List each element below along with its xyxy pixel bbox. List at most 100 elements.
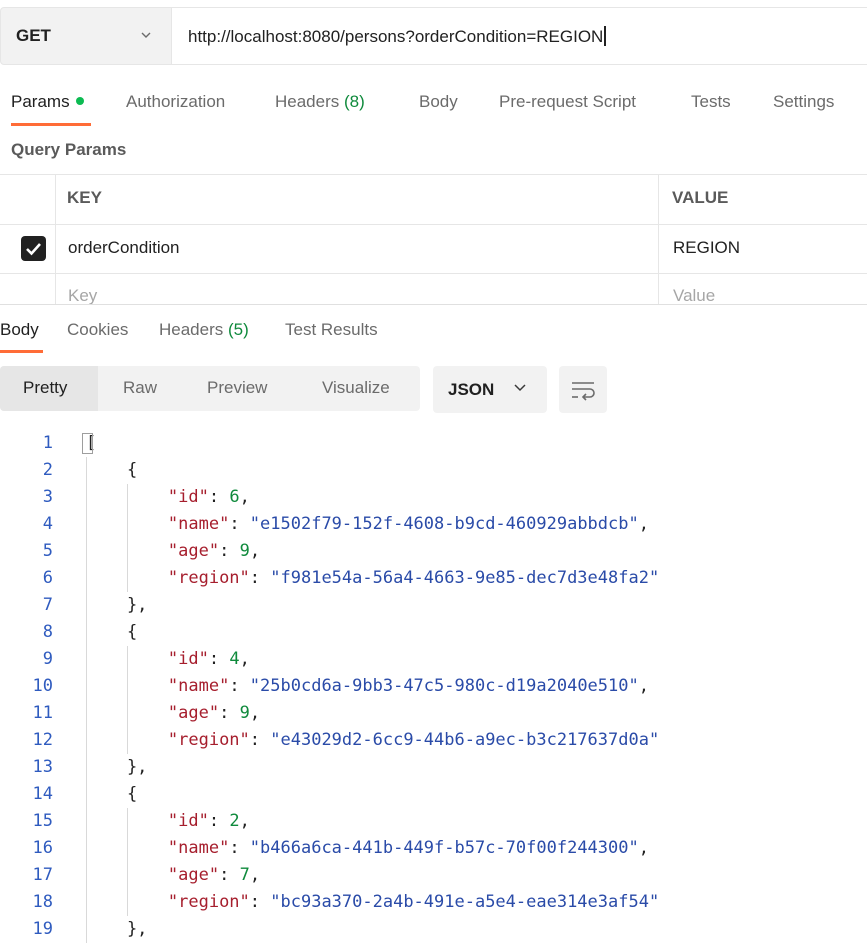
column-header-value: VALUE: [672, 188, 729, 207]
tab-params-label: Params: [11, 92, 70, 111]
check-icon: [26, 243, 41, 256]
code-text: "age": 7,: [167, 865, 261, 885]
tab-body-label: Body: [419, 92, 458, 111]
tab-authorization[interactable]: Authorization: [126, 92, 225, 112]
code-text: "region": "bc93a370-2a4b-491e-a5e4-eae31…: [167, 892, 660, 912]
line-number: 1: [42, 433, 53, 453]
chevron-down-icon: [141, 32, 151, 38]
line-number: 11: [32, 703, 53, 723]
line-number: 4: [42, 514, 53, 534]
format-label: JSON: [448, 380, 495, 399]
code-text: },: [86, 757, 148, 777]
response-headers-count: (5): [228, 320, 249, 339]
code-text: {: [86, 460, 138, 480]
code-line: 9 "id": 4,: [0, 646, 867, 673]
line-number: 19: [32, 919, 53, 939]
line-number: 5: [42, 541, 53, 561]
code-line: 18 "region": "bc93a370-2a4b-491e-a5e4-ea…: [0, 889, 867, 916]
code-line: 5 "age": 9,: [0, 538, 867, 565]
code-line: 19 },: [0, 916, 867, 943]
code-text: "id": 4,: [167, 649, 250, 669]
tab-settings[interactable]: Settings: [773, 92, 834, 112]
table-border: [658, 174, 659, 304]
code-line: 4 "name": "e1502f79-152f-4608-b9cd-46092…: [0, 511, 867, 538]
url-input[interactable]: http://localhost:8080/persons?orderCondi…: [172, 7, 867, 65]
line-number: 14: [32, 784, 53, 804]
tab-headers-label: Headers: [275, 92, 340, 111]
param-checkbox[interactable]: [21, 236, 46, 261]
indent-guide: [127, 484, 128, 592]
param-value-cell[interactable]: REGION: [673, 238, 740, 258]
code-line: 10 "name": "25b0cd6a-9bb3-47c5-980c-d19a…: [0, 673, 867, 700]
text-cursor: [604, 26, 607, 46]
tab-params[interactable]: Params: [11, 92, 84, 112]
code-text: },: [86, 919, 148, 939]
format-dropdown[interactable]: JSON: [433, 366, 547, 413]
code-line: 3 "id": 6,: [0, 484, 867, 511]
view-mode-raw[interactable]: Raw: [123, 378, 157, 398]
new-value-input[interactable]: Value: [673, 286, 715, 306]
table-border: [0, 224, 867, 225]
active-tab-indicator: [11, 123, 91, 126]
code-text: {: [86, 622, 138, 642]
code-line: 14 {: [0, 781, 867, 808]
line-number: 17: [32, 865, 53, 885]
view-mode-preview[interactable]: Preview: [207, 378, 267, 398]
response-body-code[interactable]: 1[2 {3 "id": 6, 4 "name": "e1502f79-152f-…: [0, 430, 867, 946]
line-number: 18: [32, 892, 53, 912]
code-line: 17 "age": 7,: [0, 862, 867, 889]
code-line: 16 "name": "b466a6ca-441b-449f-b57c-70f0…: [0, 835, 867, 862]
response-tab-headers[interactable]: Headers (5): [159, 320, 249, 340]
line-number: 13: [32, 757, 53, 777]
param-key-cell[interactable]: orderCondition: [68, 238, 180, 258]
code-text: "age": 9,: [167, 541, 261, 561]
line-number: 16: [32, 838, 53, 858]
indent-guide: [127, 808, 128, 916]
method-label: GET: [16, 26, 51, 45]
code-text: "name": "b466a6ca-441b-449f-b57c-70f00f2…: [167, 838, 649, 858]
response-tab-cookies-label: Cookies: [67, 320, 129, 339]
code-line: 7 },: [0, 592, 867, 619]
code-line: 13 },: [0, 754, 867, 781]
tab-headers[interactable]: Headers (8): [275, 92, 365, 112]
code-text: {: [86, 784, 138, 804]
code-line: 1[: [0, 430, 867, 457]
tab-tests[interactable]: Tests: [691, 92, 731, 112]
column-header-key: KEY: [67, 188, 102, 207]
response-tab-cookies[interactable]: Cookies: [67, 320, 128, 340]
line-number: 8: [42, 622, 53, 642]
indent-guide: [127, 646, 128, 754]
response-tab-body[interactable]: Body: [0, 320, 39, 340]
line-number: 7: [42, 595, 53, 615]
tab-body[interactable]: Body: [419, 92, 458, 112]
indent-guide: [86, 457, 87, 943]
view-mode-pretty[interactable]: Pretty: [23, 378, 67, 398]
tab-pre-request-script[interactable]: Pre-request Script: [499, 92, 636, 112]
code-text: "name": "25b0cd6a-9bb3-47c5-980c-d19a204…: [167, 676, 649, 696]
code-line: 6 "region": "f981e54a-56a4-4663-9e85-dec…: [0, 565, 867, 592]
view-mode-visualize[interactable]: Visualize: [322, 378, 390, 398]
code-text: "region": "f981e54a-56a4-4663-9e85-dec7d…: [167, 568, 660, 588]
line-number: 12: [32, 730, 53, 750]
line-number: 2: [42, 460, 53, 480]
method-select[interactable]: GET: [0, 7, 172, 65]
wrap-lines-button[interactable]: [559, 366, 607, 413]
code-text: "region": "e43029d2-6cc9-44b6-a9ec-b3c21…: [167, 730, 660, 750]
line-number: 15: [32, 811, 53, 831]
table-border: [55, 174, 56, 304]
code-line: 2 {: [0, 457, 867, 484]
tab-settings-label: Settings: [773, 92, 835, 111]
active-response-tab-indicator: [0, 350, 43, 353]
status-dot: [75, 97, 84, 105]
code-line: 12 "region": "e43029d2-6cc9-44b6-a9ec-b3…: [0, 727, 867, 754]
response-tab-test-results[interactable]: Test Results: [285, 320, 378, 340]
pane-divider[interactable]: [0, 304, 867, 305]
line-number: 9: [42, 649, 53, 669]
query-params-title: Query Params: [11, 140, 127, 159]
code-line: 15 "id": 2,: [0, 808, 867, 835]
new-key-input[interactable]: Key: [68, 286, 97, 306]
response-tab-headers-label: Headers: [159, 320, 224, 339]
tab-tests-label: Tests: [691, 92, 731, 111]
headers-count: (8): [344, 92, 365, 111]
line-number: 3: [42, 487, 53, 507]
